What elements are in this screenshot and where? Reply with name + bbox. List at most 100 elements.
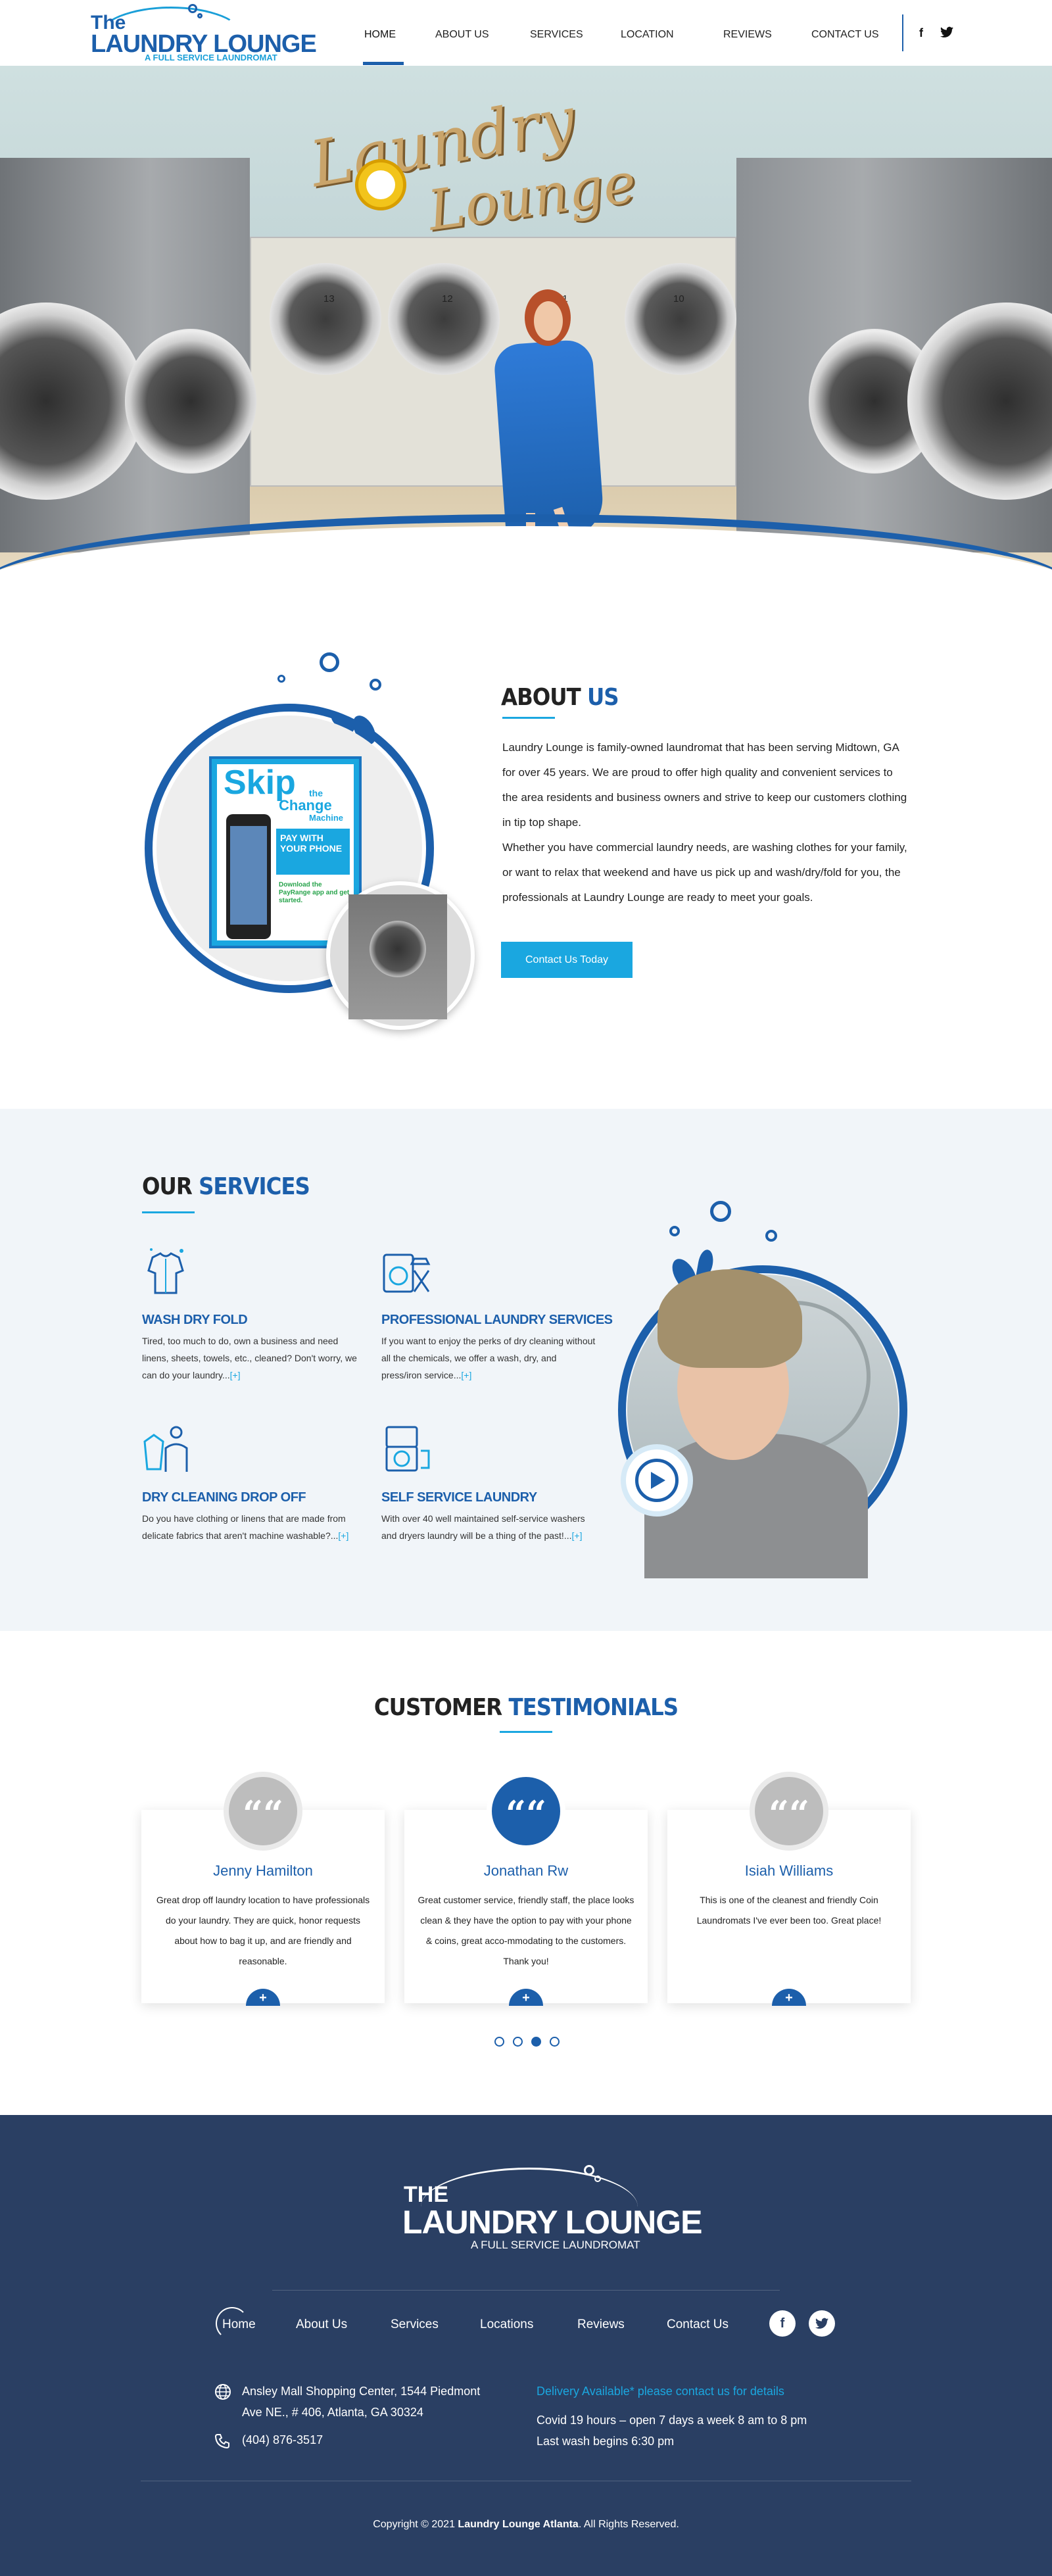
service-self-service-title[interactable]: SELF SERVICE LAUNDRY	[381, 1490, 537, 1505]
site-header: The LAUNDRY LOUNGE A FULL SERVICE LAUNDR…	[0, 0, 1052, 66]
services-title: OUR SERVICES	[142, 1173, 310, 1200]
hero-woman-dress	[492, 339, 606, 543]
phone-icon	[214, 2434, 229, 2449]
footer-nav-about-us[interactable]: About Us	[296, 2318, 347, 2332]
machine-number: 10	[673, 293, 684, 304]
washer-door-icon	[388, 263, 500, 375]
service-self-service-text: With over 40 well maintained self-servic…	[381, 1510, 598, 1544]
services-title-bar	[142, 1211, 195, 1213]
nav-active-indicator	[363, 62, 404, 65]
hero-woman-face	[534, 301, 563, 341]
footer-hours: Covid 19 hours – open 7 days a week 8 am…	[537, 2414, 807, 2427]
copyright-prefix: Copyright © 2021	[373, 2519, 458, 2530]
testimonials-title: CUSTOMER TESTIMONIALS	[0, 1694, 1052, 1721]
bubble-icon	[765, 1230, 777, 1242]
facebook-icon[interactable]: f	[769, 2310, 796, 2337]
nav-contact-us[interactable]: CONTACT US	[811, 29, 879, 41]
about-title-bar	[502, 717, 555, 719]
machine-number: 12	[442, 293, 453, 304]
video-person-hat	[658, 1269, 802, 1368]
poster-download: Download the PayRange app and get starte…	[279, 881, 350, 904]
poster-pay-with-phone: PAY WITH YOUR PHONE	[276, 829, 350, 875]
footer-delivery-link[interactable]: Delivery Available* please contact us fo…	[537, 2381, 784, 2402]
testimonial-name: Jenny Hamilton	[213, 1862, 313, 1879]
bubble-icon	[710, 1201, 731, 1222]
service-wash-dry-fold-title[interactable]: WASH DRY FOLD	[142, 1313, 248, 1328]
footer-nav-reviews[interactable]: Reviews	[577, 2318, 625, 2332]
read-more-link[interactable]: [+]	[461, 1370, 471, 1380]
self-service-washer-icon	[385, 1426, 430, 1472]
services-title-dark: OUR	[142, 1173, 193, 1200]
footer-last-wash: Last wash begins 6:30 pm	[537, 2435, 675, 2448]
logo-bubble-icon	[197, 13, 203, 18]
footer-phone[interactable]: (404) 876-3517	[242, 2429, 323, 2450]
washer-door-icon	[370, 921, 426, 977]
dry-cleaning-icon	[143, 1426, 188, 1472]
carousel-dot[interactable]	[550, 2037, 560, 2047]
quote-glyph: “	[505, 1793, 526, 1835]
globe-icon	[215, 2384, 231, 2400]
about-paragraph-1: Laundry Lounge is family-owned laundroma…	[502, 741, 907, 829]
footer-logo-tagline: A FULL SERVICE LAUNDROMAT	[471, 2239, 640, 2251]
services-title-blue: SERVICES	[199, 1173, 310, 1200]
quote-icon: ““	[224, 1772, 302, 1851]
testimonials-title-blue: TESTIMONIALS	[508, 1694, 679, 1721]
copyright-brand[interactable]: Laundry Lounge Atlanta	[458, 2519, 578, 2530]
bubble-icon	[277, 675, 285, 683]
contact-us-today-button[interactable]: Contact Us Today	[501, 942, 633, 978]
bubble-icon	[370, 679, 381, 691]
service-professional-laundry-text: If you want to enjoy the perks of dry cl…	[381, 1332, 598, 1384]
carousel-dot[interactable]	[531, 2037, 541, 2047]
quote-glyph: “	[789, 1793, 810, 1835]
footer-nav-services[interactable]: Services	[391, 2318, 439, 2332]
phone-screen	[230, 826, 267, 925]
nav-about-us[interactable]: ABOUT US	[435, 29, 489, 41]
bubble-icon	[669, 1226, 680, 1236]
about-title-blue: US	[586, 684, 619, 711]
about-title: ABOUT US	[501, 684, 619, 711]
nav-location[interactable]: LOCATION	[621, 29, 674, 41]
service-text: Tired, too much to do, own a business an…	[142, 1336, 357, 1380]
copyright-suffix: . All Rights Reserved.	[578, 2519, 679, 2530]
service-text: With over 40 well maintained self-servic…	[381, 1513, 585, 1541]
quote-icon: ““	[487, 1772, 565, 1851]
footer-nav-contact-us[interactable]: Contact Us	[667, 2318, 729, 2332]
nav-divider	[902, 14, 903, 51]
about-paragraph-2: Whether you have commercial laundry need…	[502, 841, 907, 904]
washer-door-icon	[625, 263, 736, 375]
service-wash-dry-fold-text: Tired, too much to do, own a business an…	[142, 1332, 359, 1384]
washer-door-icon	[270, 263, 381, 375]
logo-bubble-icon	[188, 4, 197, 13]
testimonial-name: Isiah Williams	[744, 1862, 834, 1879]
service-professional-laundry-title[interactable]: PROFESSIONAL LAUNDRY SERVICES	[381, 1313, 613, 1328]
nav-reviews[interactable]: REVIEWS	[723, 29, 772, 41]
footer-nav-locations[interactable]: Locations	[480, 2318, 533, 2332]
testimonial-name: Jonathan Rw	[483, 1862, 569, 1879]
carousel-dot[interactable]	[494, 2037, 504, 2047]
footer-logo-wordmark[interactable]: LAUNDRY LOUNGE	[402, 2203, 702, 2241]
carousel-dot[interactable]	[513, 2037, 523, 2047]
facebook-icon[interactable]: f	[919, 26, 923, 40]
read-more-link[interactable]: [+]	[572, 1530, 583, 1541]
twitter-icon[interactable]	[940, 26, 953, 41]
poster-skip: Skip	[224, 764, 296, 802]
service-dry-cleaning-title[interactable]: DRY CLEANING DROP OFF	[142, 1490, 306, 1505]
twitter-icon[interactable]	[809, 2310, 835, 2337]
read-more-link[interactable]: [+]	[338, 1530, 348, 1541]
quote-glyph: “	[768, 1793, 789, 1835]
footer-nav-home[interactable]: Home	[222, 2318, 256, 2332]
logo-tagline: A FULL SERVICE LAUNDROMAT	[145, 53, 277, 62]
bubble-icon	[594, 2175, 601, 2182]
hero-banner: 13 12 11 10 Laundry Lounge	[0, 66, 1052, 592]
footer-address-line1: Ansley Mall Shopping Center, 1544 Piedmo…	[242, 2385, 481, 2398]
quote-icon: ““	[750, 1772, 828, 1851]
about-title-dark: ABOUT	[501, 684, 581, 711]
play-icon	[651, 1472, 665, 1489]
shirt-icon	[147, 1248, 184, 1294]
nav-services[interactable]: SERVICES	[530, 29, 583, 41]
nav-home[interactable]: HOME	[364, 29, 396, 41]
testimonials-title-bar	[500, 1731, 552, 1733]
bubble-icon	[584, 2165, 594, 2175]
read-more-link[interactable]: [+]	[230, 1370, 241, 1380]
washing-machine-icon	[383, 1253, 431, 1293]
